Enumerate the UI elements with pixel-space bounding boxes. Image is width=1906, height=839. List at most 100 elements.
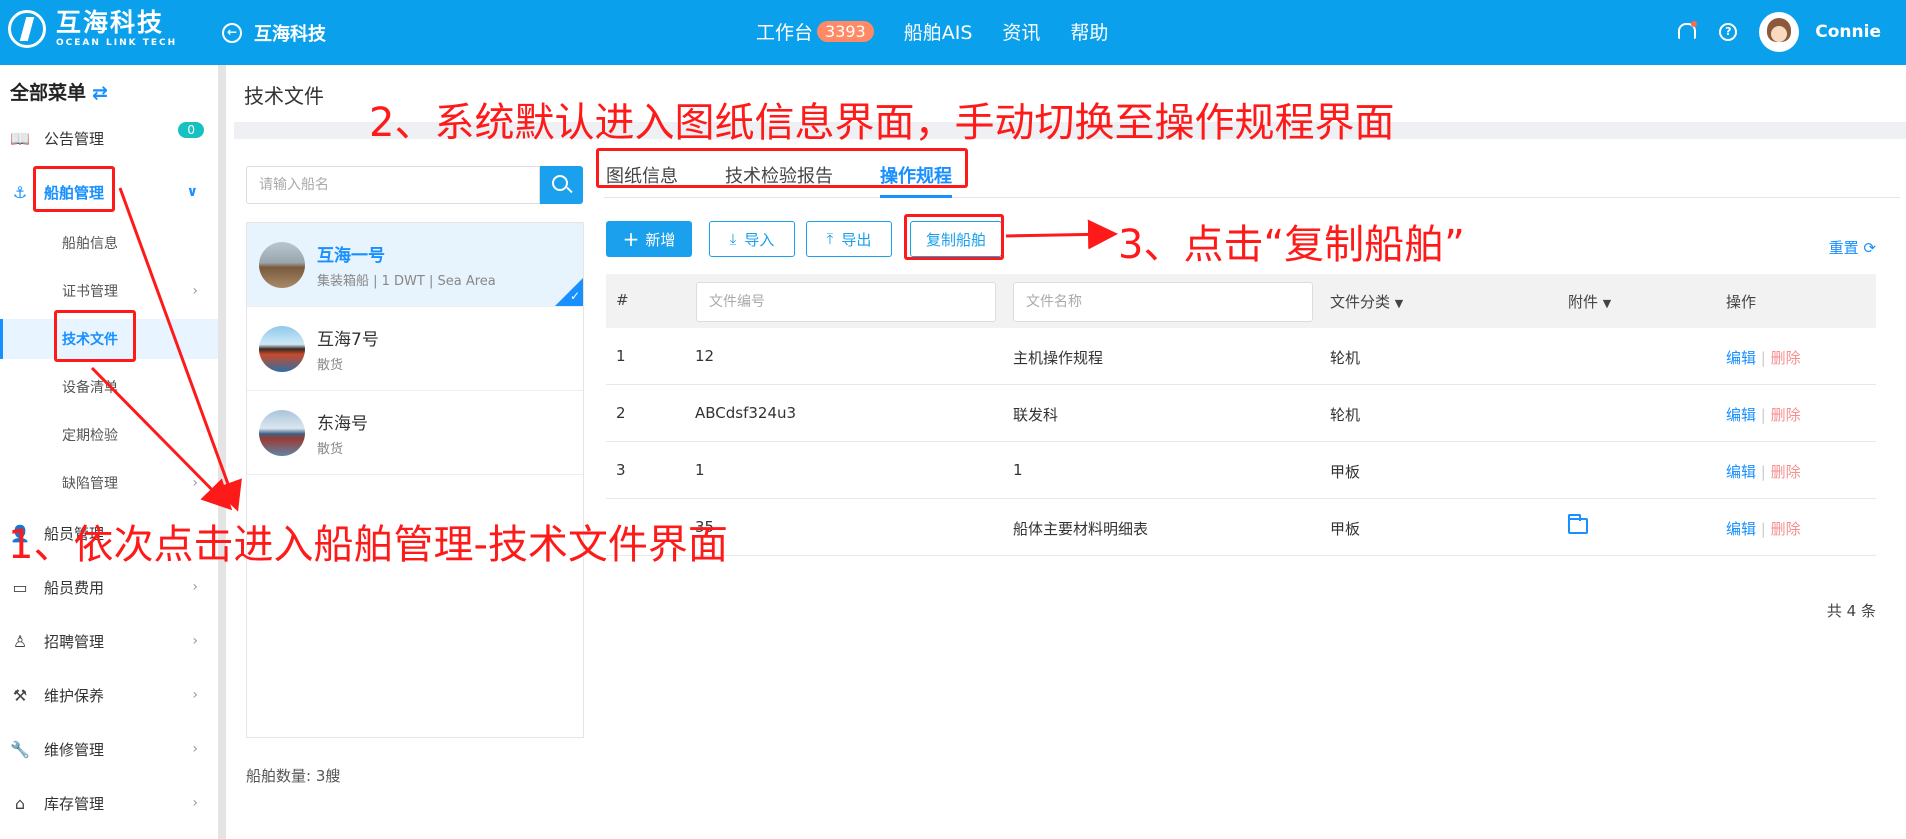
annotation-step2: 2、系统默认进入图纸信息界面，手动切换至操作规程界面: [369, 100, 1395, 146]
total-count: 共 4 条: [1826, 602, 1876, 620]
cell-index: 1: [616, 347, 626, 365]
doc-no-filter-input[interactable]: 文件编号: [696, 282, 996, 322]
separator: |: [1756, 520, 1771, 538]
cell-doc-no: ABCdsf324u3: [695, 404, 797, 422]
top-nav: 工作台 3393 船舶AIS 资讯 帮助: [756, 18, 1138, 45]
sidebar-item-repair[interactable]: 🔧 维修管理 ›: [0, 729, 218, 769]
chevron-right-icon: ›: [192, 741, 198, 757]
plus-icon: +: [622, 227, 640, 251]
sidebar-sub-label: 缺陷管理: [62, 476, 118, 492]
menu-title[interactable]: 全部菜单 ⇄: [10, 78, 108, 105]
ship-thumbnail: [259, 325, 305, 372]
sidebar-item-recruit[interactable]: ♙ 招聘管理 ›: [0, 621, 218, 661]
bell-icon[interactable]: [1675, 21, 1698, 43]
ship-name: 互海7号: [317, 329, 379, 350]
nav-workbench[interactable]: 工作台 3393: [756, 18, 874, 45]
logo-icon: [8, 10, 46, 48]
export-label: 导出: [841, 230, 872, 249]
edit-link[interactable]: 编辑: [1726, 463, 1756, 481]
workbench-count-badge: 3393: [817, 21, 874, 42]
ship-list: 互海一号 集装箱船 | 1 DWT | Sea Area ✓ 互海7号 散货 东…: [246, 222, 584, 738]
folder-icon[interactable]: [1568, 514, 1588, 534]
sidebar-sub-certificates[interactable]: 证书管理 ›: [0, 271, 218, 311]
nav-news[interactable]: 资讯: [1002, 18, 1040, 45]
edit-link[interactable]: 编辑: [1726, 349, 1756, 367]
annotation-box-tech-docs: [54, 310, 136, 362]
reset-label: 重置: [1828, 239, 1859, 257]
chevron-down-icon: ∨: [186, 184, 198, 200]
username[interactable]: Connie: [1815, 22, 1881, 42]
sidebar-sub-equipment[interactable]: 设备清单: [0, 367, 218, 407]
add-label: 新增: [645, 230, 676, 249]
upload-icon: ⤒: [826, 230, 834, 248]
cell-category: 甲板: [1330, 520, 1361, 538]
ship-meta: 集装箱船 | 1 DWT | Sea Area: [317, 273, 496, 289]
ship-list-item[interactable]: 东海号 散货: [247, 391, 583, 475]
reset-link[interactable]: 重置 ⟳: [1829, 237, 1876, 258]
notice-count-badge: 0: [178, 122, 204, 138]
add-button[interactable]: + 新增: [606, 221, 692, 257]
search-placeholder: 请输入船名: [259, 177, 329, 193]
cell-category: 甲板: [1330, 463, 1361, 481]
download-icon: ⤓: [729, 230, 737, 248]
table-header: # 文件编号 文件名称 文件分类 ▼ 附件 ▼ 操作: [606, 274, 1876, 328]
wrench-icon: 🔧: [10, 739, 30, 759]
separator: |: [1756, 463, 1771, 481]
nav-help[interactable]: 帮助: [1070, 18, 1108, 45]
brand-name-cn: 互海科技: [56, 8, 165, 37]
top-bar: 互海科技 OCEAN LINK TECH ← 互海科技 工作台 3393 船舶A…: [0, 0, 1906, 65]
ship-list-item[interactable]: 互海7号 散货: [247, 307, 583, 391]
sidebar-item-notice[interactable]: 📖 公告管理 0: [0, 118, 218, 158]
sidebar-sub-defects[interactable]: 缺陷管理 ›: [0, 463, 218, 503]
question-icon[interactable]: ?: [1719, 23, 1738, 41]
nav-workbench-label: 工作台: [756, 22, 814, 44]
col-attachment-label: 附件: [1568, 293, 1599, 311]
avatar[interactable]: [1759, 12, 1800, 52]
sidebar-item-label: 公告管理: [44, 129, 105, 148]
search-icon[interactable]: [540, 166, 583, 204]
sidebar-item-inventory[interactable]: ⌂ 库存管理 ›: [0, 783, 218, 823]
cell-category: 轮机: [1330, 349, 1361, 367]
separator: |: [1756, 349, 1771, 367]
back-button[interactable]: ← 互海科技: [222, 20, 326, 46]
annotation-box-tabs: [596, 148, 968, 188]
delete-link[interactable]: 删除: [1771, 520, 1801, 538]
ship-name: 互海一号: [317, 245, 385, 266]
cell-category: 轮机: [1330, 406, 1361, 424]
brand-logo[interactable]: 互海科技 OCEAN LINK TECH: [8, 10, 177, 48]
cell-doc-no: 1: [695, 461, 705, 479]
sidebar-item-maintenance[interactable]: ⚒ 维护保养 ›: [0, 675, 218, 715]
ship-meta: 散货: [317, 357, 344, 373]
import-button[interactable]: ⤓ 导入: [709, 221, 795, 257]
col-category[interactable]: 文件分类 ▼: [1330, 291, 1403, 312]
anchor-icon: ⚓: [12, 182, 28, 202]
import-label: 导入: [744, 230, 775, 249]
chevron-right-icon: ›: [192, 795, 198, 811]
col-attachment[interactable]: 附件 ▼: [1568, 291, 1611, 312]
sidebar-scrollbar[interactable]: [218, 65, 226, 839]
delete-link[interactable]: 删除: [1771, 349, 1801, 367]
back-label: 互海科技: [254, 24, 326, 45]
home-icon: ⌂: [14, 793, 26, 813]
arrow-to-copy: [1005, 219, 1118, 250]
chevron-right-icon: ›: [192, 475, 198, 491]
ship-search-input[interactable]: 请输入船名: [246, 166, 540, 204]
export-button[interactable]: ⤒ 导出: [806, 221, 892, 257]
chevron-right-icon: ›: [192, 283, 198, 299]
doc-name-filter-input[interactable]: 文件名称: [1013, 282, 1313, 322]
sidebar-item-crew-cost[interactable]: ▭ 船员费用 ›: [0, 567, 218, 607]
wallet-icon: ▭: [12, 577, 28, 597]
swap-icon[interactable]: ⇄: [92, 82, 108, 104]
ship-name: 东海号: [317, 413, 368, 434]
sidebar-sub-ship-info[interactable]: 船舶信息: [0, 223, 218, 263]
refresh-icon: ⟳: [1863, 239, 1876, 257]
delete-link[interactable]: 删除: [1771, 406, 1801, 424]
delete-link[interactable]: 删除: [1771, 463, 1801, 481]
sidebar-sub-inspection[interactable]: 定期检验: [0, 415, 218, 455]
nav-ais[interactable]: 船舶AIS: [904, 18, 973, 45]
sidebar-item-label: 维修管理: [44, 740, 105, 759]
ship-list-item[interactable]: 互海一号 集装箱船 | 1 DWT | Sea Area ✓: [247, 223, 583, 307]
edit-link[interactable]: 编辑: [1726, 406, 1756, 424]
menu-title-label: 全部菜单: [10, 82, 87, 104]
edit-link[interactable]: 编辑: [1726, 520, 1756, 538]
